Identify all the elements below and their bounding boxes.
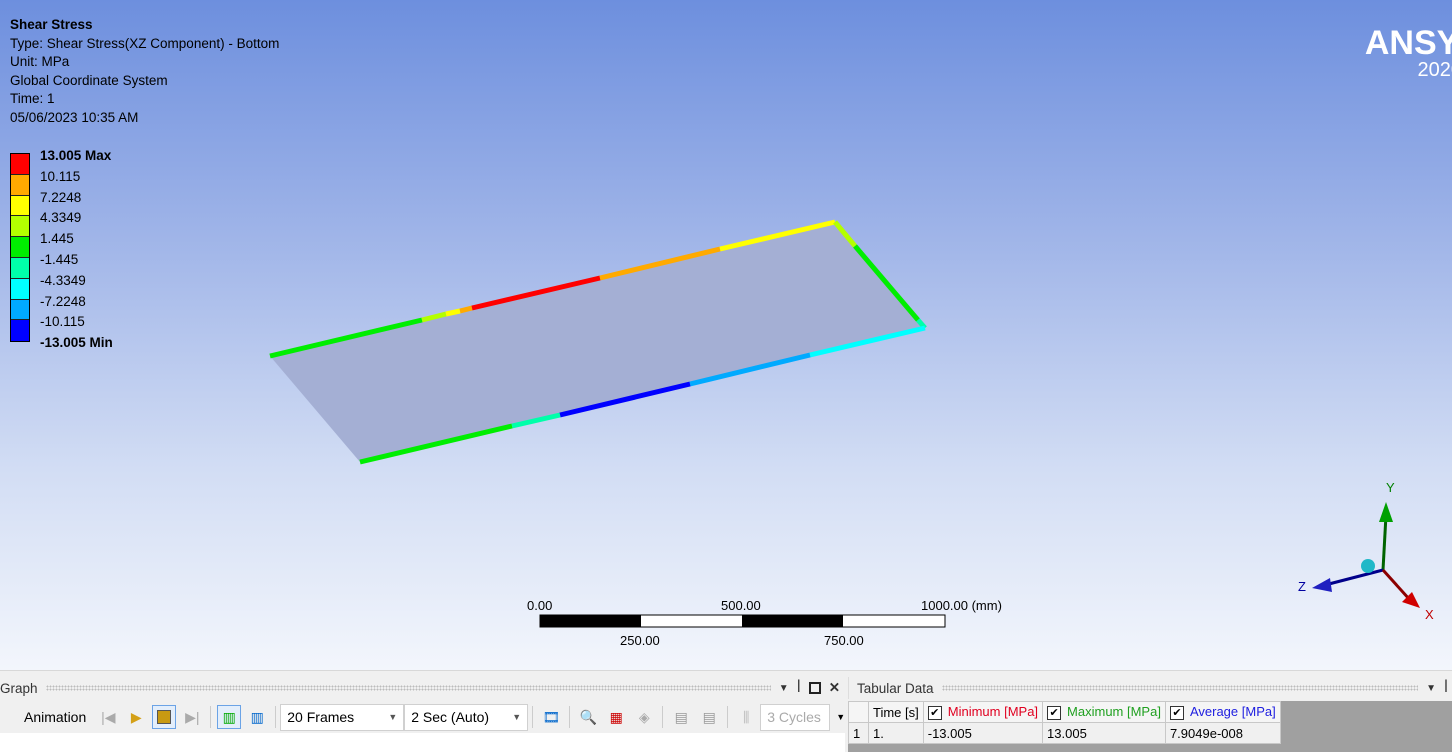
frames-value: 20 Frames	[287, 709, 355, 725]
scale-label: 750.00	[824, 633, 864, 648]
graph-area[interactable]	[0, 733, 845, 752]
scale-bar	[539, 614, 946, 628]
z-arrow-icon	[1312, 578, 1332, 592]
tabular-header: Tabular Data ▼ ꟾ	[848, 677, 1452, 699]
checkbox-checked[interactable]: ✔	[1047, 705, 1062, 720]
table-row[interactable]: 1 1. -13.005 13.005 7.9049e-008	[848, 722, 1281, 744]
origin-sphere-icon	[1361, 559, 1375, 573]
axis-triad[interactable]: Y Z X	[1298, 480, 1434, 622]
row-index: 1	[848, 722, 869, 744]
scale-label: 0.00	[527, 598, 553, 613]
distributed-frames-button[interactable]: ▥	[217, 705, 242, 729]
play-button[interactable]: ▶	[124, 705, 148, 729]
duration-value: 2 Sec (Auto)	[411, 709, 490, 725]
plate-surface[interactable]	[270, 222, 925, 462]
result-sets-button[interactable]: ▥	[245, 705, 269, 729]
frames-select[interactable]: 20 Frames ▼	[280, 703, 405, 731]
maximize-icon[interactable]	[808, 682, 821, 694]
header-label: Average [MPa]	[1189, 704, 1276, 720]
pin-icon[interactable]: ꟾ	[1444, 680, 1448, 696]
x-axis-label: X	[1425, 607, 1434, 622]
cell-minimum[interactable]: -13.005	[922, 722, 1044, 744]
header-label: Minimum [MPa]	[947, 704, 1039, 720]
scale-label: 250.00	[620, 633, 660, 648]
edge-segment	[459, 305, 473, 314]
export-video-button[interactable]: 🎞	[539, 705, 563, 729]
graph-header: Graph ▼ ꟾ ✕	[0, 677, 840, 699]
zoom-icon[interactable]: 🔍	[576, 705, 600, 729]
toolbar-overflow-icon[interactable]: ▼	[836, 712, 845, 722]
tabular-title: Tabular Data	[857, 680, 934, 696]
column-header-time[interactable]: Time [s]	[868, 701, 924, 723]
cycles-input[interactable]: 3 Cycles	[760, 703, 831, 731]
dropdown-icon[interactable]: ▼	[1426, 683, 1436, 694]
graph-title: Graph	[0, 680, 38, 696]
checkbox-checked[interactable]: ✔	[927, 705, 942, 720]
edge-segment	[445, 308, 461, 317]
camera-button[interactable]: ◈	[632, 705, 656, 729]
tape-button[interactable]: ▤	[669, 705, 693, 729]
next-frame-button[interactable]: ▶|	[180, 705, 204, 729]
column-header-average[interactable]: ✔ Average [MPa]	[1164, 701, 1281, 723]
cycles-icon: ⫼	[742, 708, 750, 725]
model-view[interactable]: Y Z X	[0, 0, 1452, 670]
color-grid-button[interactable]: ▦	[604, 705, 628, 729]
previous-frame-button[interactable]: |◀	[96, 705, 120, 729]
cell-average[interactable]: 7.9049e-008	[1164, 722, 1281, 744]
bottom-panel: Graph ▼ ꟾ ✕ Animation |◀ ▶ ▶| ▥ ▥ 20 Fra…	[0, 670, 1452, 752]
cycles-value: 3 Cycles	[767, 709, 821, 725]
animation-toolbar: Animation |◀ ▶ ▶| ▥ ▥ 20 Frames ▼ 2 Sec (…	[0, 701, 845, 733]
tape-edit-button[interactable]: ▤	[697, 705, 721, 729]
stop-button[interactable]	[152, 705, 177, 729]
close-icon[interactable]: ✕	[829, 680, 840, 696]
scale-label: 1000.00 (mm)	[921, 598, 1002, 613]
scale-label: 500.00	[721, 598, 761, 613]
cell-maximum[interactable]: 13.005	[1042, 722, 1166, 744]
tabular-data-table: Time [s] ✔ Minimum [MPa] ✔ Maximum [MPa] ✔…	[848, 701, 1452, 752]
cell-time[interactable]: 1.	[868, 722, 924, 744]
y-axis-label: Y	[1386, 480, 1395, 495]
checkbox-checked[interactable]: ✔	[1169, 705, 1184, 720]
header-label: Time [s]	[873, 704, 919, 720]
column-header-maximum[interactable]: ✔ Maximum [MPa]	[1042, 701, 1166, 723]
y-arrow-icon	[1379, 502, 1393, 522]
column-header-minimum[interactable]: ✔ Minimum [MPa]	[922, 701, 1044, 723]
header-label: Maximum [MPa]	[1067, 704, 1161, 720]
pin-icon[interactable]: ꟾ	[797, 680, 801, 696]
z-axis-label: Z	[1298, 579, 1306, 594]
duration-select[interactable]: 2 Sec (Auto) ▼	[404, 703, 529, 731]
animation-label: Animation	[24, 709, 87, 725]
graphics-viewport[interactable]: Shear Stress Type: Shear Stress(XZ Compo…	[0, 0, 1452, 670]
dropdown-icon[interactable]: ▼	[779, 683, 789, 694]
